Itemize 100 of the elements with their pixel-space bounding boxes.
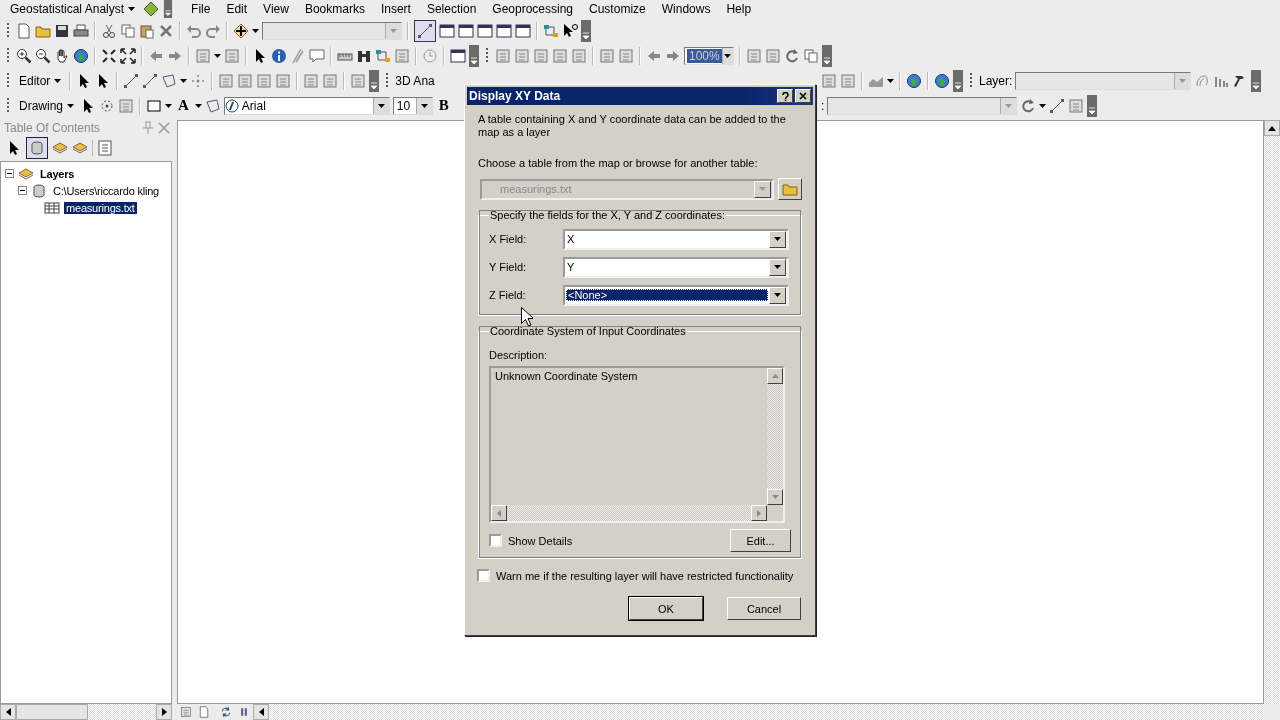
scale-dropdown[interactable] <box>262 21 402 40</box>
overflow-icon[interactable] <box>581 19 591 42</box>
collapse-toggle[interactable] <box>5 169 14 178</box>
layers-icon[interactable] <box>52 140 68 156</box>
vertical-scrollbar[interactable] <box>1264 120 1280 704</box>
caret-icon[interactable] <box>128 7 136 11</box>
line-icon[interactable] <box>1049 97 1066 114</box>
menu-item[interactable]: Customize <box>581 1 654 17</box>
line-icon[interactable] <box>417 22 433 39</box>
field-dropdown[interactable]: <None> <box>563 284 789 306</box>
caret-icon[interactable] <box>54 78 62 83</box>
globe-icon[interactable] <box>73 47 89 64</box>
polygon-icon[interactable] <box>204 97 221 114</box>
toolbar-menu-button[interactable]: Geostatistical Analyst <box>4 1 140 17</box>
layers-icon[interactable] <box>72 140 88 156</box>
scroll-arrow-button[interactable] <box>253 704 269 720</box>
arrows-inward-icon[interactable] <box>101 47 117 64</box>
help-button[interactable] <box>777 89 793 103</box>
menu-item[interactable]: Windows <box>653 1 719 17</box>
menu-item[interactable]: Insert <box>372 1 419 17</box>
speech-balloon-icon[interactable] <box>309 47 325 64</box>
paste-icon[interactable] <box>139 22 155 39</box>
caret-icon[interactable] <box>887 78 894 83</box>
caret-icon[interactable] <box>214 53 221 58</box>
line-icon[interactable] <box>142 72 159 89</box>
rotate-icon[interactable] <box>784 47 800 64</box>
edit-button[interactable]: Edit... <box>730 529 791 552</box>
menu-item[interactable]: Geoprocessing <box>484 1 582 17</box>
caret-icon[interactable] <box>194 103 202 108</box>
dialog-button[interactable]: OK <box>629 597 703 620</box>
zoom-in-icon[interactable] <box>16 47 32 64</box>
close-button[interactable] <box>795 89 811 103</box>
arrows-outward-icon[interactable] <box>120 47 136 64</box>
zoom-out-icon[interactable] <box>35 47 51 64</box>
description-box[interactable]: Unknown Coordinate System <box>489 366 785 523</box>
overflow-icon[interactable] <box>469 44 479 67</box>
drawing-menu-button[interactable]: Drawing <box>16 95 77 116</box>
dropdown-button[interactable] <box>372 97 389 114</box>
help-pointer-icon[interactable] <box>562 22 578 39</box>
menu-item[interactable]: Bookmarks <box>296 1 373 17</box>
browse-button[interactable] <box>778 178 802 200</box>
scroll-thumb[interactable] <box>16 704 88 720</box>
save-icon[interactable] <box>54 22 70 39</box>
toolbar-grip[interactable] <box>385 71 390 90</box>
dots-icon[interactable] <box>190 72 207 89</box>
folder-path-label[interactable]: C:\Users\riccardo kling <box>51 184 162 197</box>
overflow-icon[interactable] <box>822 44 832 67</box>
layer-label[interactable]: measurings.txt <box>64 201 137 214</box>
window-icon[interactable] <box>439 22 455 39</box>
font-size-dropdown[interactable]: 10 <box>392 96 433 115</box>
delete-icon[interactable] <box>158 22 174 39</box>
toolbar-grip[interactable] <box>6 71 10 90</box>
info-icon[interactable] <box>271 47 287 64</box>
horizontal-scrollbar[interactable] <box>0 704 172 720</box>
collapse-toggle[interactable] <box>18 186 27 195</box>
window-icon[interactable] <box>477 22 493 39</box>
caret-icon[interactable] <box>1039 103 1047 108</box>
caret-icon[interactable] <box>180 78 188 83</box>
dropdown-button[interactable] <box>415 97 432 114</box>
add-data-icon[interactable] <box>233 22 249 39</box>
editor-menu-button[interactable]: Editor <box>16 70 65 91</box>
menu-item[interactable]: Selection <box>418 1 485 17</box>
line-icon[interactable] <box>123 72 140 89</box>
toolbar-grip[interactable] <box>969 71 973 90</box>
pause-icon[interactable] <box>238 706 250 718</box>
overflow-icon[interactable] <box>163 0 174 18</box>
font-dropdown[interactable]: Arial <box>223 96 390 115</box>
panel-icon[interactable] <box>180 706 192 718</box>
bold-button[interactable]: B <box>435 95 452 116</box>
rotate-icon[interactable] <box>1020 97 1037 114</box>
scroll-arrow-button[interactable] <box>156 704 172 720</box>
caret-icon[interactable] <box>165 103 172 108</box>
caret-icon[interactable] <box>67 103 74 108</box>
polygon-icon[interactable] <box>161 72 178 89</box>
field-dropdown[interactable]: X <box>563 228 789 250</box>
menu-item[interactable]: Edit <box>218 1 256 17</box>
toolbar-grip[interactable] <box>485 46 489 65</box>
overflow-icon[interactable] <box>1087 94 1098 117</box>
refresh-icon[interactable] <box>220 706 232 718</box>
printer-icon[interactable] <box>73 22 89 39</box>
window-icon[interactable] <box>458 22 474 39</box>
menu-item[interactable]: Help <box>718 1 760 17</box>
warn-checkbox[interactable] <box>477 569 490 582</box>
new-document-icon[interactable] <box>198 706 210 718</box>
layer-group-label[interactable]: Layers <box>38 167 77 180</box>
hand-icon[interactable] <box>54 47 70 64</box>
new-document-icon[interactable] <box>16 22 32 39</box>
rectangle-icon[interactable] <box>146 97 162 114</box>
menu-item[interactable]: View <box>255 1 297 17</box>
overflow-icon[interactable] <box>953 69 963 92</box>
caret-icon[interactable] <box>252 28 259 33</box>
scroll-arrow-button[interactable] <box>1264 120 1280 136</box>
list-icon[interactable] <box>97 140 113 156</box>
scroll-arrow-button[interactable] <box>0 704 16 720</box>
toolbar-grip[interactable] <box>6 96 10 115</box>
text-tool-button[interactable]: A <box>175 95 192 116</box>
overflow-icon[interactable] <box>369 69 380 92</box>
overflow-icon[interactable] <box>1251 69 1262 92</box>
globe-icon[interactable] <box>906 72 922 89</box>
show-details-checkbox[interactable] <box>489 534 502 547</box>
